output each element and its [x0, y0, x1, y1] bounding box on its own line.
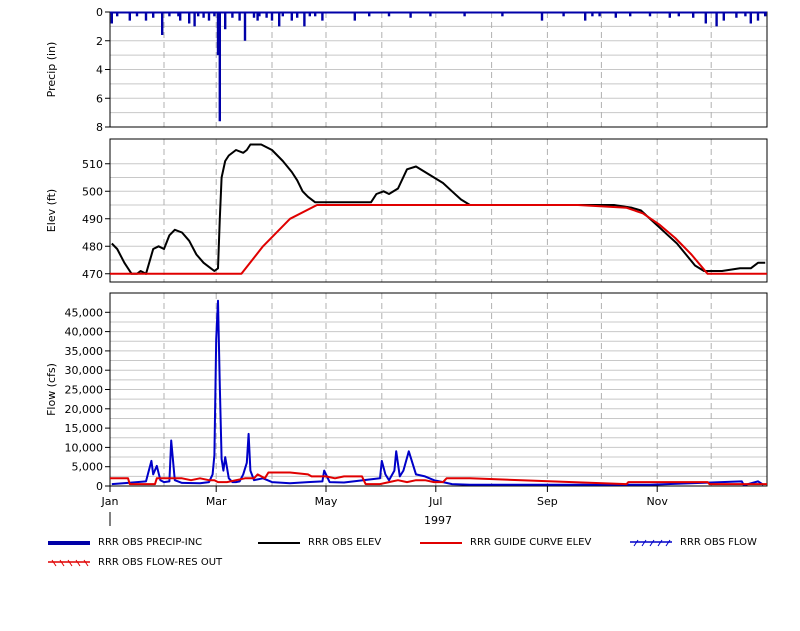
y-tick-label: 0	[96, 6, 103, 19]
y-tick-label: 4	[96, 64, 103, 77]
precip-bar	[193, 12, 196, 27]
x-tick-label: Mar	[206, 495, 227, 508]
precip-bar	[278, 12, 281, 27]
x-tick-label: Sep	[537, 495, 558, 508]
series-line-rrr-guide-curve-elev	[110, 204, 767, 275]
panel-0: 0 2 4 6 8 Precip (in)	[45, 6, 768, 134]
y-axis-label: Elev (ft)	[45, 189, 58, 232]
legend-swatch-guide	[420, 542, 462, 544]
precip-bar	[110, 12, 113, 24]
panel-1: 470 480 490 500 510 Elev (ft)	[45, 138, 768, 283]
y-tick-label: 25,000	[65, 384, 104, 397]
y-tick-label: 40,000	[65, 326, 104, 339]
chart-canvas: 0 2 4 6 8 Precip (in) 470 480 490 500 510 Elev (ft)…	[45, 6, 768, 527]
legend-swatch-precip	[48, 541, 90, 545]
y-tick-label: 20,000	[65, 403, 104, 416]
legend-label-flow: RRR OBS FLOW	[680, 537, 757, 548]
panel-2: 0 5,000 10,000 15,000 20,000 25,000 30,000 35,0…	[45, 292, 768, 493]
y-tick-label: 500	[82, 185, 103, 198]
precip-bar	[303, 12, 306, 27]
legend-swatch-elev	[258, 542, 300, 544]
legend-swatch-flow-res-out	[48, 559, 90, 567]
legend-label-elev: RRR OBS ELEV	[308, 537, 382, 548]
y-tick-label: 45,000	[65, 306, 104, 319]
precip-bar	[188, 12, 191, 24]
y-tick-label: 2	[96, 35, 103, 48]
y-tick-label: 490	[82, 213, 103, 226]
x-tick-label: Nov	[646, 495, 668, 508]
y-tick-label: 480	[82, 240, 103, 253]
legend-label-guide: RRR GUIDE CURVE ELEV	[470, 537, 592, 548]
y-tick-label: 470	[82, 268, 103, 281]
y-tick-label: 510	[82, 158, 103, 171]
legend-label-precip: RRR OBS PRECIP-INC	[98, 537, 203, 548]
y-tick-label: 6	[96, 92, 103, 105]
precip-bar	[715, 12, 718, 27]
precip-bar	[704, 12, 707, 24]
chart-figure: 0 2 4 6 8 Precip (in) 470 480 490 500 510 Elev (ft)…	[0, 0, 800, 627]
precip-bar	[161, 12, 164, 35]
y-tick-label: 35,000	[65, 345, 104, 358]
legend-label-flow-res-out: RRR OBS FLOW-RES OUT	[98, 557, 223, 568]
y-tick-label: 15,000	[65, 422, 104, 435]
y-tick-label: 0	[96, 480, 103, 493]
precip-bar	[224, 12, 227, 30]
y-axis-label: Precip (in)	[45, 42, 58, 98]
x-tick-label: Jul	[428, 495, 442, 508]
panel-frame	[109, 138, 768, 283]
y-tick-label: 30,000	[65, 364, 104, 377]
legend-swatch-flow	[630, 539, 672, 547]
y-tick-label: 8	[96, 121, 103, 134]
precip-bar	[749, 12, 752, 24]
y-tick-label: 5,000	[72, 461, 104, 474]
precip-bar	[243, 12, 247, 41]
precip-bar	[218, 12, 221, 122]
x-tick-label: May	[315, 495, 338, 508]
x-tick-label: Jan	[101, 495, 119, 508]
y-tick-label: 10,000	[65, 441, 104, 454]
x-axis-year-label: 1997	[424, 514, 452, 527]
legend: RRR OBS PRECIP-INC RRR OBS ELEV RRR GUID…	[46, 535, 786, 575]
y-axis-label: Flow (cfs)	[45, 363, 58, 416]
